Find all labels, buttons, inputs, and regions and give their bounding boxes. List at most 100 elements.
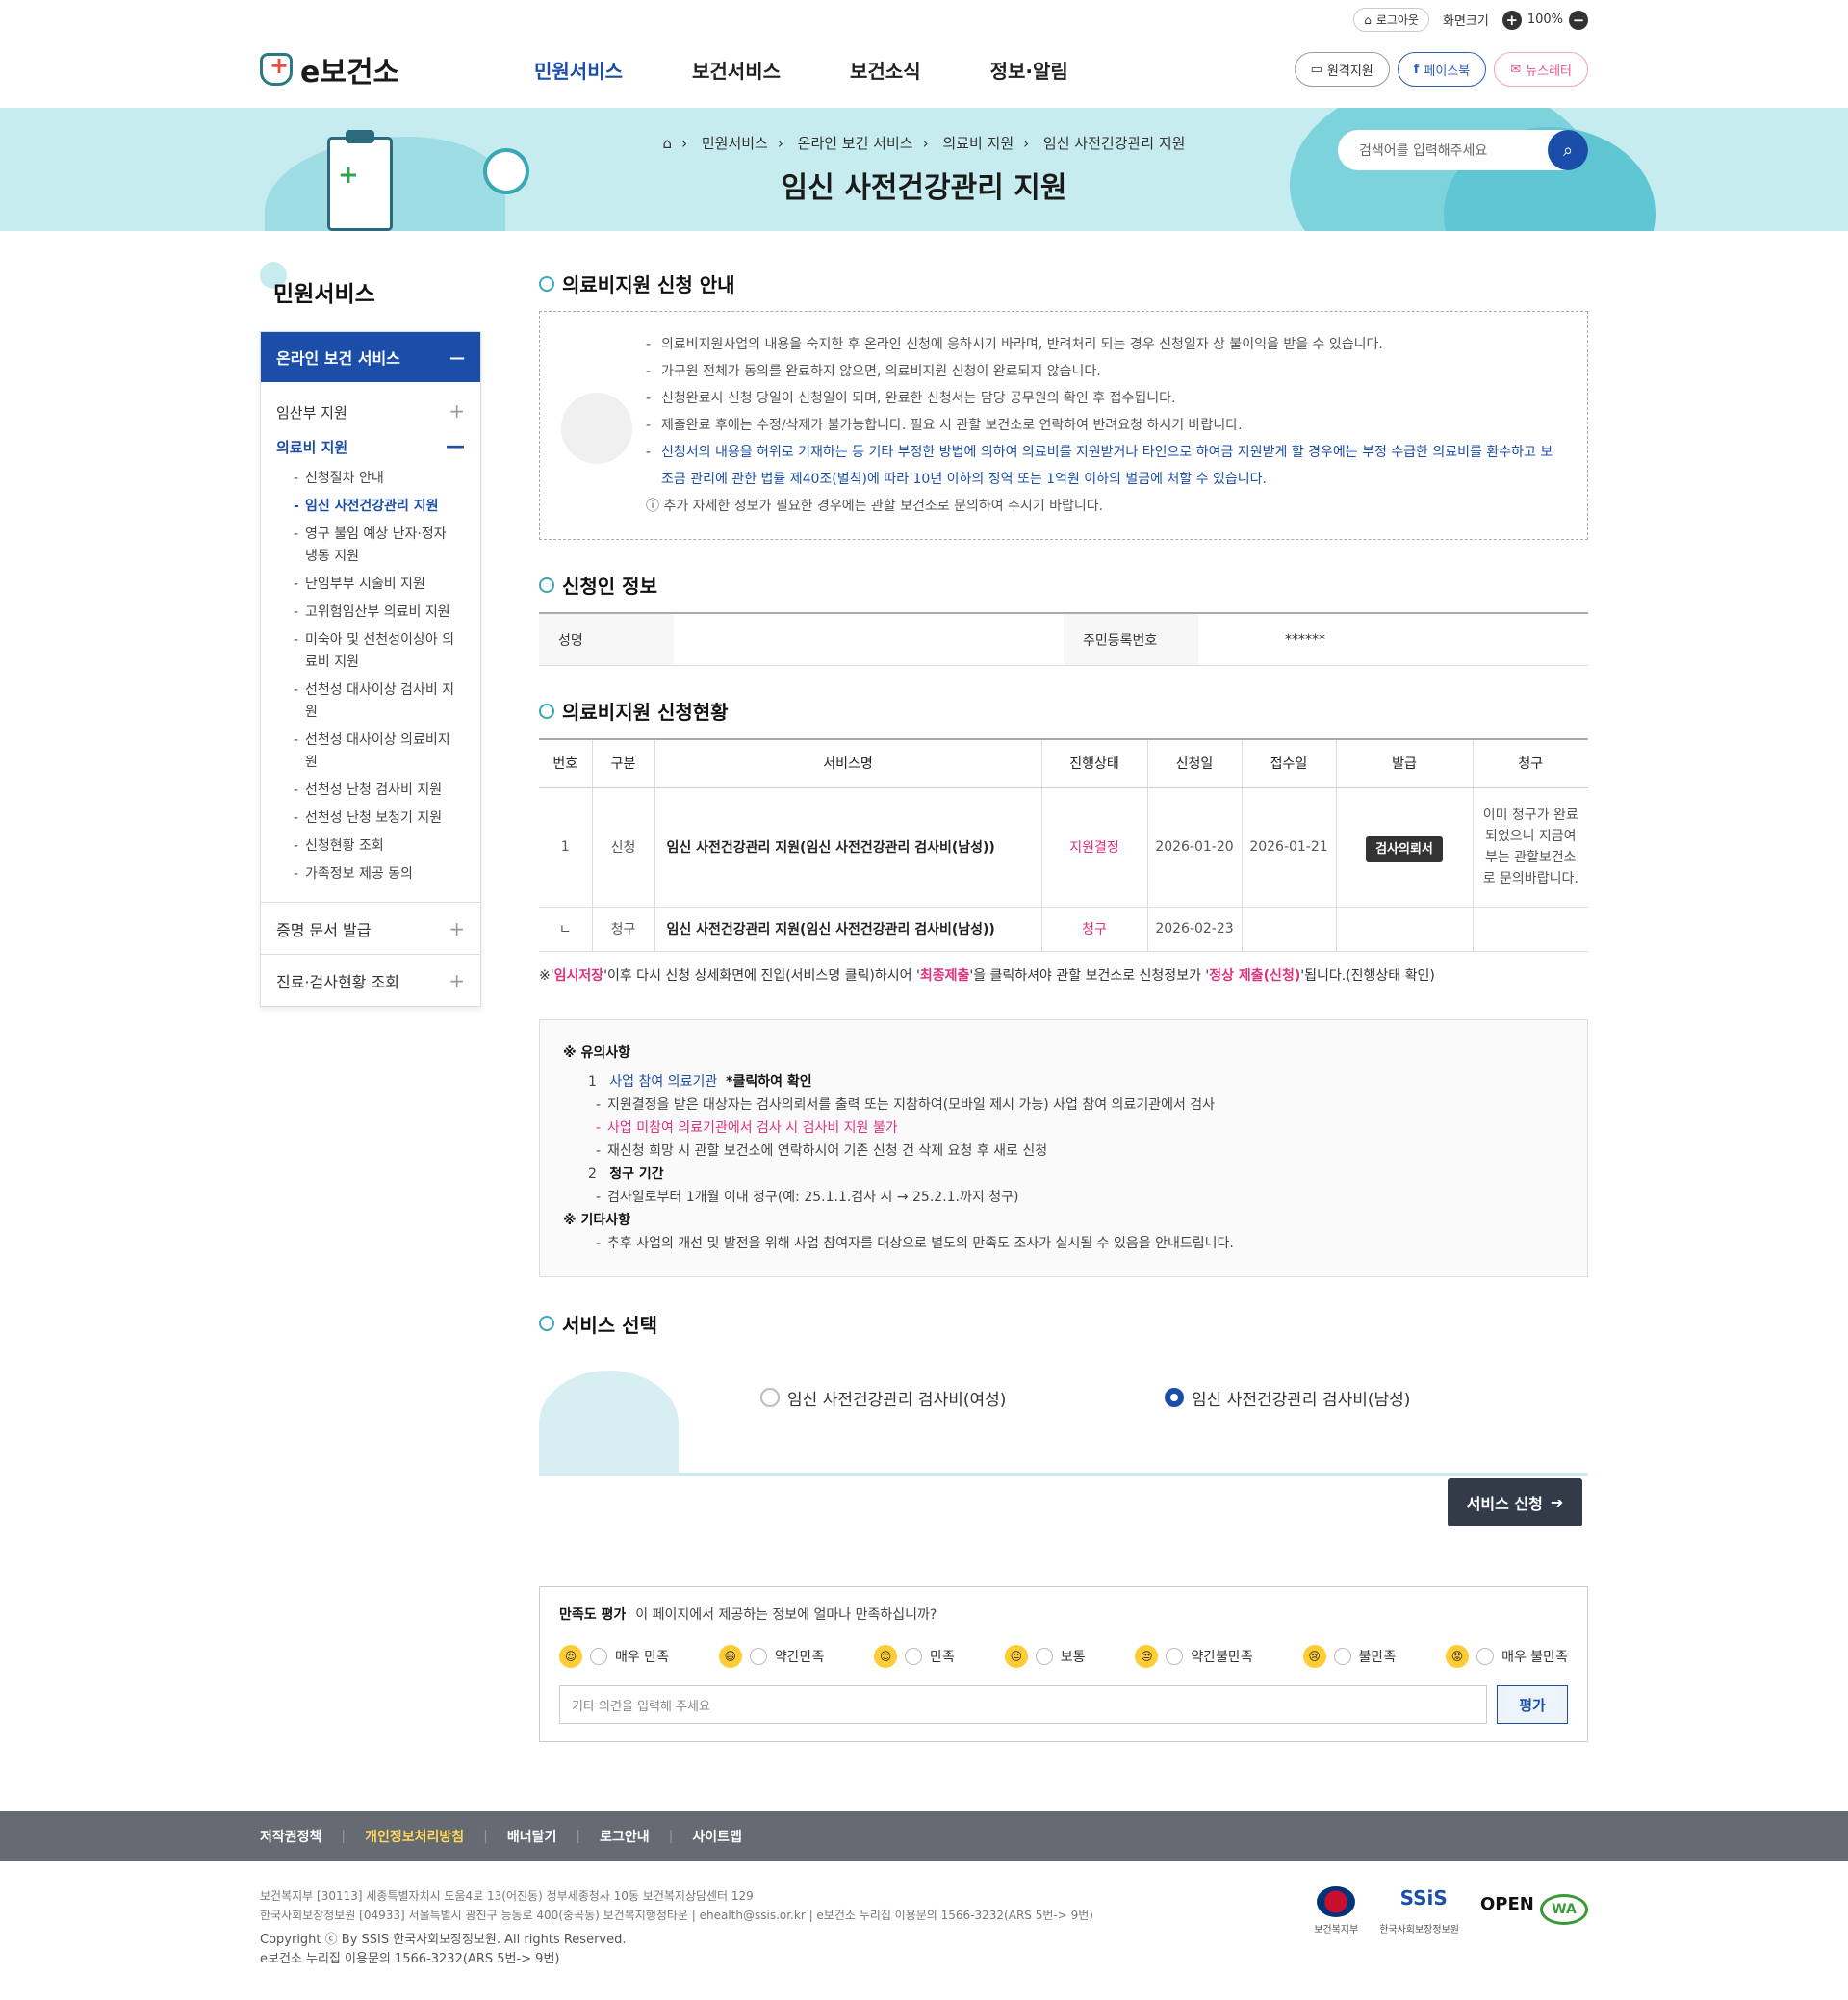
footer-link[interactable]: 로그안내 [600, 1827, 650, 1846]
newsletter-button[interactable]: ✉ 뉴스레터 [1494, 52, 1588, 87]
lnb-subitem[interactable]: 영구 불임 예상 난자·정자 냉동 지원 [261, 521, 480, 571]
radio-icon [590, 1648, 607, 1665]
footer-link-privacy[interactable]: 개인정보처리방침 [365, 1827, 464, 1846]
rating-option[interactable]: 😍 매우 만족 [559, 1645, 669, 1668]
footer-link[interactable]: 저작권정책 [260, 1827, 321, 1846]
happy-icon: 😄 [718, 1645, 742, 1668]
nav-civil-service[interactable]: 민원서비스 [534, 56, 623, 84]
search-icon[interactable]: ⌕ [1548, 130, 1588, 170]
cell [1473, 907, 1588, 952]
footer-links: 저작권정책 | 개인정보처리방침 | 배너달기 | 로그안내 | 사이트맵 [0, 1811, 1848, 1861]
lnb-subitem[interactable]: 가족정보 제공 동의 [261, 860, 480, 888]
main-nav: 민원서비스 보건서비스 보건소식 정보·알림 [534, 56, 1068, 84]
zoom-in-icon[interactable]: + [1502, 10, 1522, 30]
radio-female[interactable]: 임신 사전건강관리 검사비(여성) [760, 1386, 1006, 1410]
service-apply-button[interactable]: 서비스 신청 ➔ [1448, 1478, 1582, 1526]
lnb-section-online[interactable]: 온라인 보건 서비스 — [261, 332, 480, 382]
zoom-out-icon[interactable]: − [1569, 10, 1588, 30]
caution-line: 사업 미참여 의료기관에서 검사 시 검사비 지원 불가 [563, 1116, 1564, 1140]
lnb-subitem[interactable]: 신청현황 조회 [261, 833, 480, 860]
rating-option[interactable]: 😢 불만족 [1302, 1645, 1396, 1668]
lnb-subitem[interactable]: 고위험임산부 의료비 지원 [261, 599, 480, 627]
angry-icon: 😡 [1446, 1645, 1470, 1668]
col-header: 번호 [539, 738, 593, 788]
participating-clinic-link[interactable]: 사업 참여 의료기관 [609, 1074, 717, 1090]
rating-option[interactable]: 😡 매우 불만족 [1446, 1645, 1568, 1668]
lnb-subitem[interactable]: 선천성 난청 보청기 지원 [261, 805, 480, 833]
cell: 2026-01-21 [1242, 787, 1337, 908]
rating-option[interactable]: 😐 보통 [1004, 1645, 1086, 1668]
col-header: 접수일 [1242, 738, 1337, 788]
breadcrumb-item[interactable]: 의료비 지원 [942, 135, 1014, 152]
cell [1242, 907, 1337, 952]
monitor-icon: ▭ [1310, 62, 1322, 77]
logo-icon [260, 52, 293, 86]
collapse-icon: — [449, 347, 465, 367]
utility-bar: ⌂ 로그아웃 화면크기 + 100% − [1353, 8, 1588, 32]
lnb-subitem-active[interactable]: 임신 사전건강관리 지원 [261, 493, 480, 521]
caution-line: 검사일로부터 1개월 이내 청구(예: 25.1.1.검사 시 → 25.2.1… [563, 1186, 1564, 1209]
facebook-icon: f [1413, 62, 1420, 77]
section-title: 서비스 선택 [539, 1310, 1588, 1338]
lnb-subitem[interactable]: 신청절차 안내 [261, 465, 480, 493]
radio-icon [1166, 1648, 1184, 1665]
table-row: 1 신청 임신 사전건강관리 지원(임신 사전건강관리 검사비(남성)) 지원결… [539, 787, 1588, 908]
mohw-logo: 보건복지부 [1314, 1886, 1358, 1936]
service-link[interactable]: 임신 사전건강관리 지원(임신 사전건강관리 검사비(남성)) [654, 907, 1042, 952]
notice-extra: ⓘ 추가 자세한 정보가 필요한 경우에는 관할 보건소로 문의하여 주시기 바… [646, 499, 1104, 514]
col-header: 청구 [1473, 738, 1588, 788]
wa-logo: WA [1540, 1893, 1588, 1929]
nav-health-news[interactable]: 보건소식 [850, 56, 921, 84]
search-input[interactable]: 검색어를 입력해주세요 ⌕ [1338, 130, 1588, 170]
cell [1336, 907, 1474, 952]
col-header: 구분 [592, 738, 655, 788]
radio-icon [1476, 1648, 1495, 1665]
remote-support-button[interactable]: ▭ 원격지원 [1294, 52, 1390, 87]
radio-male[interactable]: 임신 사전건강관리 검사비(남성) [1165, 1386, 1410, 1410]
radio-icon [1333, 1648, 1351, 1665]
expand-icon: + [449, 399, 465, 423]
cell: 신청 [592, 787, 655, 908]
footer-link[interactable]: 배너달기 [507, 1827, 557, 1846]
site-logo[interactable]: e보건소 [260, 48, 399, 90]
opinion-input[interactable]: 기타 의견을 입력해 주세요 [559, 1685, 1487, 1724]
lnb-subitem[interactable]: 선천성 난청 검사비 지원 [261, 777, 480, 805]
lnb-subitem[interactable]: 선천성 대사이상 의료비지원 [261, 727, 480, 777]
lnb-item-pregnant[interactable]: 임산부 지원 + [261, 396, 480, 430]
nav-health-service[interactable]: 보건서비스 [692, 56, 781, 84]
footer-info: 보건복지부 [30113] 세종특별자치시 도움4로 13(어진동) 정부세종청… [260, 1889, 1093, 1966]
lnb-section-certificate[interactable]: 증명 문서 발급 + [261, 902, 480, 954]
footer-link[interactable]: 사이트맵 [692, 1827, 742, 1846]
logout-button[interactable]: ⌂ 로그아웃 [1353, 8, 1429, 32]
name-label: 성명 [539, 614, 674, 665]
neutral-icon: 😐 [1004, 1645, 1028, 1668]
facebook-button[interactable]: f 페이스북 [1397, 52, 1487, 87]
service-link[interactable]: 임신 사전건강관리 지원(임신 사전건강관리 검사비(남성)) [654, 787, 1042, 908]
pen-icon [539, 577, 554, 593]
service-select: 임신 사전건강관리 검사비(여성) 임신 사전건강관리 검사비(남성) [539, 1351, 1588, 1476]
lnb-section-records[interactable]: 진료·검사현황 조회 + [261, 954, 480, 1006]
breadcrumb-item[interactable]: 온라인 보건 서비스 [798, 135, 913, 152]
lnb-item-medical[interactable]: 의료비 지원 — [261, 430, 480, 465]
smile-icon: 😊 [874, 1645, 898, 1668]
lnb-subitem[interactable]: 난임부부 시술비 지원 [261, 571, 480, 599]
side-nav: 온라인 보건 서비스— 임산부 지원+ 의료비 지원— 신청절차 안내 임신 사… [260, 331, 481, 1007]
lnb-subitem[interactable]: 선천성 대사이상 검사비 지원 [261, 677, 480, 727]
nav-info[interactable]: 정보·알림 [990, 56, 1068, 84]
zoom-label: 화면크기 [1442, 14, 1489, 29]
referral-button[interactable]: 검사의뢰서 [1366, 835, 1443, 862]
breadcrumb-item[interactable]: 민원서비스 [702, 135, 768, 152]
breadcrumb-item[interactable]: 임신 사전건강관리 지원 [1043, 135, 1186, 152]
rate-submit-button[interactable]: 평가 [1497, 1685, 1568, 1724]
radio-icon [749, 1648, 767, 1665]
rating-option[interactable]: 😒 약간불만족 [1135, 1645, 1253, 1668]
home-icon[interactable]: ⌂ [663, 135, 673, 152]
expand-icon: + [449, 968, 465, 992]
lnb-subitem[interactable]: 미숙아 및 선천성이상아 의료비 지원 [261, 627, 480, 677]
section-title: 의료비지원 신청현황 [539, 697, 1588, 725]
id-label: 주민등록번호 [1064, 614, 1198, 665]
claim-note: 이미 청구가 완료되었으니 지금여부는 관할보건소로 문의바랍니다. [1473, 787, 1588, 908]
rating-option[interactable]: 😄 약간만족 [718, 1645, 824, 1668]
caution-line: 지원결정을 받은 대상자는 검사의뢰서를 출력 또는 지참하여(모바일 제시 가… [563, 1093, 1564, 1116]
rating-option[interactable]: 😊 만족 [874, 1645, 955, 1668]
